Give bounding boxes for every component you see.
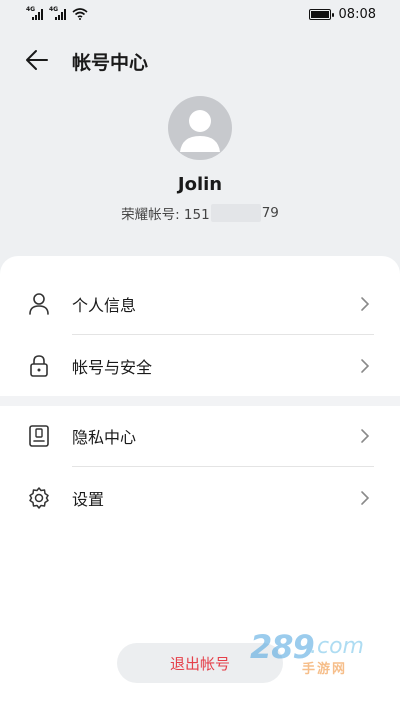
divider	[72, 334, 374, 335]
lock-icon	[27, 354, 51, 378]
battery-icon	[308, 8, 334, 20]
menu-item-label: 设置	[72, 490, 105, 509]
status-bar: 4G 4G 08:08	[0, 0, 400, 28]
signal-icon: 4G	[49, 6, 66, 20]
masked-digits	[210, 204, 261, 222]
clock: 08:08	[338, 6, 376, 22]
chevron-right-icon	[360, 489, 372, 507]
username: Jolin	[177, 174, 223, 195]
chevron-right-icon	[360, 427, 372, 445]
gear-icon	[27, 486, 51, 510]
arrow-left-icon	[26, 50, 48, 70]
chevron-right-icon	[360, 295, 372, 313]
logout-button[interactable]: 退出帐号	[117, 643, 283, 683]
status-bar-left: 4G 4G	[26, 6, 88, 20]
menu-item-label: 隐私中心	[72, 428, 137, 447]
section-separator	[0, 396, 400, 406]
menu-item-settings[interactable]: 设置	[0, 468, 400, 528]
menu-item-privacy-center[interactable]: 隐私中心	[0, 406, 400, 466]
menu-item-account-security[interactable]: 帐号与安全	[0, 336, 400, 396]
menu-item-label: 个人信息	[72, 296, 137, 315]
wifi-icon	[72, 8, 88, 20]
signal-icon: 4G	[26, 6, 43, 20]
top-app-bar: 帐号中心	[0, 40, 400, 80]
privacy-card-icon	[27, 424, 51, 448]
menu-item-personal-info[interactable]: 个人信息	[0, 274, 400, 334]
account-suffix: 79	[261, 205, 279, 221]
back-button[interactable]	[22, 46, 52, 74]
divider	[72, 466, 374, 467]
account-number: 荣耀帐号: 151 79	[0, 203, 400, 223]
account-label: 荣耀帐号: 151	[121, 207, 210, 223]
menu-item-label: 帐号与安全	[72, 358, 153, 377]
chevron-right-icon	[360, 357, 372, 375]
status-bar-right: 08:08	[308, 6, 376, 22]
page-title: 帐号中心	[72, 52, 149, 74]
avatar[interactable]	[168, 96, 232, 160]
user-avatar-placeholder-icon	[180, 110, 220, 152]
person-icon	[27, 292, 51, 316]
